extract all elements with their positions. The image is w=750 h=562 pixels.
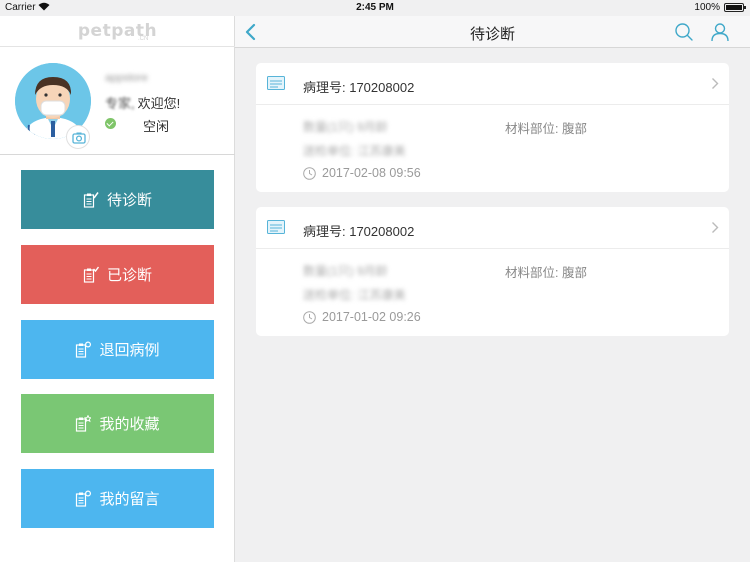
profile-panel: appstore 专家, 欢迎您! 空闲 [0,47,235,155]
case-submitter-blurred: 送检单位: 江苏康美 [303,288,406,302]
clipboard-check-icon [83,266,99,283]
menu-favorites-button[interactable]: 我的收藏 [21,394,214,453]
chevron-right-icon [712,78,719,89]
case-number: 病理号: 170208002 [303,224,415,239]
clipboard-star-icon [76,414,92,432]
case-card[interactable]: 病理号: 170208002 数量(1只) 9月龄 材料部位: 腹部 送检单位:… [256,207,729,336]
chevron-right-icon [712,222,719,233]
clock-icon [303,167,316,180]
menu-pending-label: 待诊断 [106,192,152,209]
top-navbar: 待诊断 [235,16,750,48]
welcome-text: 欢迎您! [137,96,181,111]
case-detail-blurred: 数量(1只) 9月龄 [303,120,388,134]
menu-diagnosed-label: 已诊断 [106,267,152,284]
user-icon[interactable] [710,22,730,42]
app-logo: petpath .CN [0,16,235,47]
case-folder-icon [267,220,285,234]
sidebar: petpath .CN appstore 专家, 欢迎您! 空闲 待诊断 已诊断… [0,16,235,562]
battery-icon [724,3,746,12]
status-check-icon [105,118,116,129]
menu-diagnosed-button[interactable]: 已诊断 [21,245,214,304]
camera-icon [72,132,86,144]
case-folder-icon [267,76,285,90]
welcome-message: 专家, 欢迎您! [105,93,180,112]
clipboard-message-icon [76,490,92,507]
clipboard-pen-icon [83,191,99,208]
status-time: 2:45 PM [356,2,394,13]
case-datetime: 2017-01-02 09:26 [322,310,421,324]
case-card-header: 病理号: 170208002 [256,63,729,105]
clock-icon [303,311,316,324]
case-material: 材料部位: 腹部 [505,266,587,280]
case-card-header: 病理号: 170208002 [256,207,729,249]
status-text: 空闲 [143,119,170,134]
case-submitter-blurred: 送检单位: 江苏康美 [303,144,406,158]
case-detail-blurred: 数量(1只) 9月龄 [303,264,388,278]
menu-returned-label: 退回病例 [99,342,160,359]
status-bar: Carrier 2:45 PM 100% [0,0,750,16]
menu-messages-label: 我的留言 [99,491,160,508]
menu-messages-button[interactable]: 我的留言 [21,469,214,528]
battery-percent: 100% [694,2,720,13]
case-material: 材料部位: 腹部 [505,122,587,136]
page-title: 待诊断 [469,26,515,43]
menu-favorites-label: 我的收藏 [99,416,160,433]
user-role: 专家, [105,96,135,111]
camera-button[interactable] [66,125,90,149]
menu-pending-button[interactable]: 待诊断 [21,170,214,229]
username: appstore [105,72,148,84]
case-card[interactable]: 病理号: 170208002 数量(1只) 9月龄 材料部位: 腹部 送检单位:… [256,63,729,192]
case-datetime: 2017-02-08 09:56 [322,166,421,180]
search-icon[interactable] [674,22,694,42]
case-number: 病理号: 170208002 [303,80,415,95]
menu-returned-button[interactable]: 退回病例 [21,320,214,379]
logo-suffix: .CN [138,36,149,42]
clipboard-return-icon [76,341,92,358]
